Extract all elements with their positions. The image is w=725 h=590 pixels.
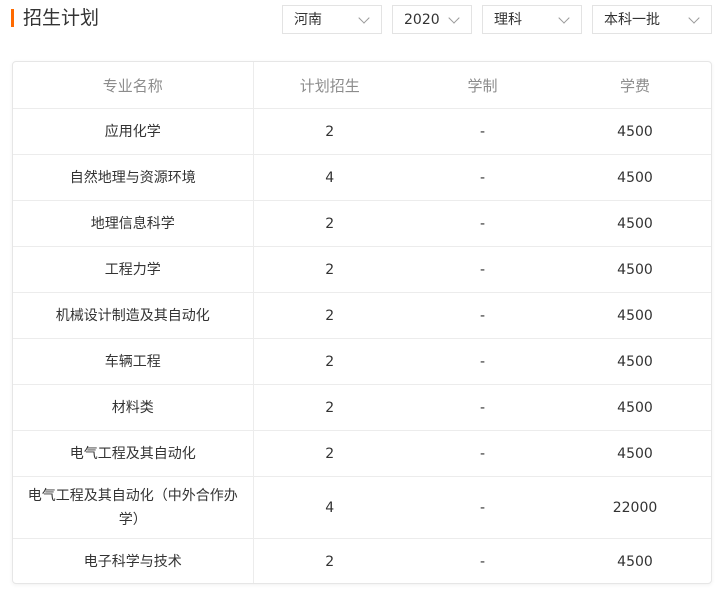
fee-cell: 4500 [617,553,653,570]
duration-cell: - [406,154,559,201]
chevron-down-icon [448,12,460,24]
plan-count-cell: 2 [253,292,406,339]
duration-cell: - [406,338,559,385]
fee-cell: 4500 [559,384,711,431]
chevron-down-icon [558,12,570,24]
fee-cell: 4500 [559,108,711,155]
chevron-down-icon [358,12,370,24]
fee-cell: 4500 [559,430,711,477]
major-name-cell: 应用化学 [13,108,254,155]
enrollment-plan-table: 专业名称 计划招生 学制 学费 应用化学 2 - 4500 自然地理与资源环境 … [12,61,712,584]
plan-count-cell: 2 [253,338,406,385]
column-header-major: 专业名称 [13,62,254,109]
plan-count-cell: 2 [253,246,406,293]
column-header-fee: 学费 [559,62,711,109]
province-dropdown-value: 河南 [294,12,322,28]
table-header-row: 专业名称 计划招生 学制 学费 [13,62,711,109]
duration-cell: - [406,476,559,539]
table-row: 应用化学 2 - 4500 [13,108,711,155]
year-dropdown[interactable]: 2020 [392,5,472,34]
plan-count-cell: 2 [253,384,406,431]
table-row: 电气工程及其自动化（中外合作办学） 4 - 22000 [13,476,711,539]
table-row: 机械设计制造及其自动化 2 - 4500 [13,292,711,339]
title-accent-bar [11,9,14,27]
fee-cell: 4500 [559,154,711,201]
batch-dropdown-value: 本科一批 [604,12,660,28]
major-name-cell: 车辆工程 [13,338,254,385]
duration-cell: - [406,246,559,293]
column-header-plan: 计划招生 [253,62,406,109]
category-dropdown[interactable]: 理科 [482,5,582,34]
category-dropdown-value: 理科 [494,12,522,28]
table-row: 车辆工程 2 - 4500 [13,338,711,385]
fee-cell: 4500 [559,200,711,247]
table-row: 电子科学与技术 2 - 4500 [13,538,711,583]
major-name-cell: 自然地理与资源环境 [13,154,254,201]
duration-cell: - [406,200,559,247]
table-row: 地理信息科学 2 - 4500 [13,200,711,247]
fee-cell: 4500 [559,246,711,293]
plan-count-cell: 4 [253,476,406,539]
year-dropdown-value: 2020 [404,12,440,28]
major-name-cell: 电气工程及其自动化 [13,430,254,477]
major-name-cell: 工程力学 [13,246,254,293]
major-name-cell: 电子科学与技术 [13,538,254,583]
fee-cell: 4500 [559,338,711,385]
plan-count-cell: 2 [253,200,406,247]
duration-cell: - [479,553,486,570]
plan-count-cell: 2 [253,108,406,155]
table-row: 工程力学 2 - 4500 [13,246,711,293]
plan-count-cell: 2 [325,553,335,570]
fee-cell: 4500 [559,292,711,339]
duration-cell: - [406,430,559,477]
column-header-duration: 学制 [406,62,559,109]
section-title: 招生计划 [23,7,100,29]
duration-cell: - [406,108,559,155]
major-name-cell: 电气工程及其自动化（中外合作办学） [13,476,254,539]
plan-count-cell: 2 [253,430,406,477]
major-name-cell: 机械设计制造及其自动化 [13,292,254,339]
batch-dropdown[interactable]: 本科一批 [592,5,712,34]
section-header: 招生计划 河南 2020 理科 本科一批 [0,0,725,44]
chevron-down-icon [688,12,700,24]
duration-cell: - [406,292,559,339]
table-row: 电气工程及其自动化 2 - 4500 [13,430,711,477]
major-name-cell: 材料类 [13,384,254,431]
fee-cell: 22000 [559,476,711,539]
table-row: 材料类 2 - 4500 [13,384,711,431]
major-name-cell: 地理信息科学 [13,200,254,247]
table-row: 自然地理与资源环境 4 - 4500 [13,154,711,201]
duration-cell: - [406,384,559,431]
plan-count-cell: 4 [253,154,406,201]
province-dropdown[interactable]: 河南 [282,5,382,34]
